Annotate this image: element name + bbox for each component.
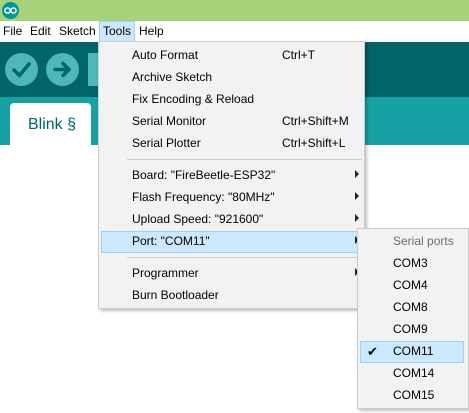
menu-item-label: Port: "COM11" [132, 234, 210, 248]
tab-label: Blink § [28, 116, 77, 133]
title-bar [0, 0, 469, 21]
ports-header-label: Serial ports [393, 234, 454, 248]
menu-edit[interactable]: Edit [27, 21, 54, 42]
menu-item-programmer[interactable]: Programmer [101, 263, 362, 285]
port-label: COM4 [393, 278, 428, 292]
ports-header: Serial ports [360, 231, 464, 253]
menu-item-label: Flash Frequency: "80MHz" [132, 190, 275, 204]
menu-item-upload-speed[interactable]: Upload Speed: "921600" [101, 209, 362, 231]
menu-item-label: Programmer [132, 266, 199, 280]
tools-menu: Auto Format Ctrl+T Archive Sketch Fix En… [98, 41, 365, 309]
menu-item-label: Serial Monitor [132, 114, 207, 128]
port-label: COM11 [393, 344, 434, 358]
menu-item-burn-bootloader[interactable]: Burn Bootloader [101, 285, 362, 307]
menu-bar: File Edit Sketch Tools Help [0, 21, 469, 42]
port-item-com15[interactable]: COM15 [360, 385, 464, 407]
menu-item-port[interactable]: Port: "COM11" [101, 231, 362, 253]
menu-item-board[interactable]: Board: "FireBeetle-ESP32" [101, 165, 362, 187]
menu-item-label: Auto Format [132, 48, 199, 62]
menu-item-label: Serial Plotter [132, 136, 201, 150]
ports-submenu: Serial ports COM3 COM4 COM8 COM9 ✔ COM11… [357, 228, 469, 409]
port-item-com8[interactable]: COM8 [360, 297, 464, 319]
port-item-com9[interactable]: COM9 [360, 319, 464, 341]
menu-separator [127, 159, 362, 160]
verify-button[interactable] [5, 53, 38, 86]
menu-sketch[interactable]: Sketch [56, 21, 99, 42]
menu-item-label: Fix Encoding & Reload [132, 92, 255, 106]
menu-item-label: Archive Sketch [132, 70, 213, 84]
menu-item-shortcut: Ctrl+Shift+M [282, 114, 349, 128]
arduino-logo-icon [2, 2, 19, 19]
checkmark-icon [12, 62, 31, 78]
menu-item-fix-encoding[interactable]: Fix Encoding & Reload [101, 89, 362, 111]
menu-item-shortcut: Ctrl+T [282, 48, 315, 62]
menu-item-auto-format[interactable]: Auto Format Ctrl+T [101, 45, 362, 67]
arrow-right-icon [53, 61, 71, 78]
menu-item-serial-plotter[interactable]: Serial Plotter Ctrl+Shift+L [101, 133, 362, 155]
tab-blink[interactable]: Blink § [10, 103, 91, 145]
port-item-com11[interactable]: ✔ COM11 [360, 341, 464, 363]
checkmark-icon: ✔ [367, 344, 378, 359]
submenu-arrow-icon [355, 214, 359, 222]
menu-item-label: Upload Speed: "921600" [132, 212, 264, 226]
submenu-arrow-icon [355, 170, 359, 178]
menu-item-shortcut: Ctrl+Shift+L [282, 136, 346, 150]
port-item-com14[interactable]: COM14 [360, 363, 464, 385]
port-label: COM8 [393, 300, 428, 314]
port-label: COM14 [393, 366, 435, 380]
submenu-arrow-icon [355, 192, 359, 200]
menu-item-label: Board: "FireBeetle-ESP32" [132, 168, 276, 182]
port-item-com4[interactable]: COM4 [360, 275, 464, 297]
menu-file[interactable]: File [0, 21, 25, 42]
port-item-com3[interactable]: COM3 [360, 253, 464, 275]
port-label: COM9 [393, 322, 428, 336]
port-label: COM3 [393, 256, 428, 270]
menu-item-flash-frequency[interactable]: Flash Frequency: "80MHz" [101, 187, 362, 209]
menu-tools[interactable]: Tools [99, 21, 135, 42]
port-label: COM15 [393, 388, 435, 402]
menu-help[interactable]: Help [136, 21, 167, 42]
upload-button[interactable] [46, 53, 79, 86]
menu-separator [127, 257, 362, 258]
menu-item-serial-monitor[interactable]: Serial Monitor Ctrl+Shift+M [101, 111, 362, 133]
menu-item-archive-sketch[interactable]: Archive Sketch [101, 67, 362, 89]
menu-item-label: Burn Bootloader [132, 288, 219, 302]
